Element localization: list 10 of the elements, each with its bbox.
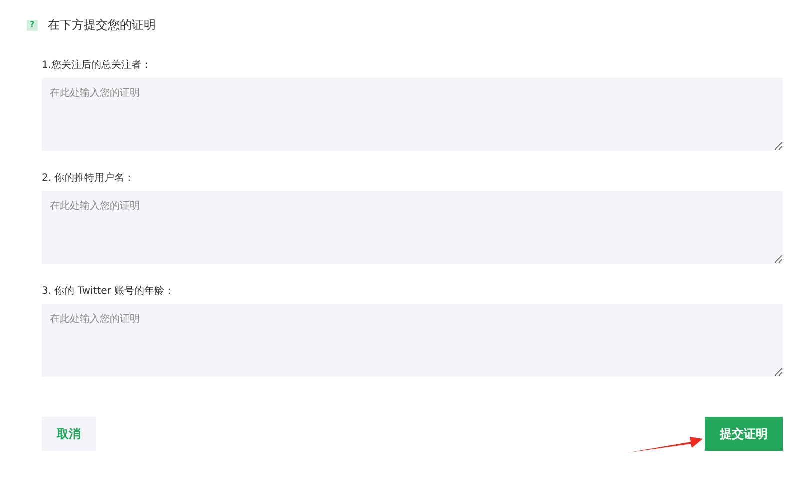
section-title: 在下方提交您的证明: [48, 17, 156, 34]
help-icon: ?: [27, 20, 38, 30]
answer-box[interactable]: 在此处输入您的证明: [42, 304, 783, 377]
answer-box[interactable]: 在此处输入您的证明: [42, 78, 783, 151]
submit-button[interactable]: 提交证明: [705, 417, 783, 451]
cancel-button[interactable]: 取消: [42, 417, 96, 451]
question-label: 2. 你的推特用户名：: [42, 172, 136, 185]
question-label: 1.您关注后的总关注者：: [42, 58, 153, 72]
answer-box[interactable]: 在此处输入您的证明: [42, 191, 783, 264]
question-label: 3. 你的 Twitter 账号的年龄：: [42, 284, 176, 298]
